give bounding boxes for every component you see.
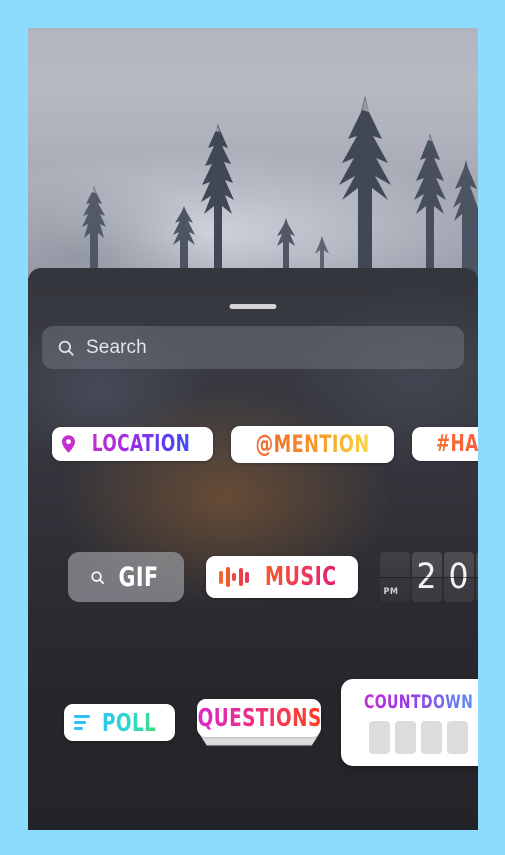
- sticker-row-2: GIF MUSIC PM 2 0: [28, 546, 478, 608]
- sticker-music[interactable]: MUSIC: [206, 556, 358, 598]
- location-pill: LOCATION: [52, 427, 214, 461]
- equalizer-icon: [219, 566, 250, 588]
- mention-label: @MENTION: [255, 430, 370, 458]
- sticker-row-3: POLL QUESTIONS COUNTDOWN: [28, 676, 478, 768]
- phone-screen: Search LOCATION @MENTION #HA GIF MUSIC P…: [28, 28, 478, 830]
- music-label: MUSIC: [264, 562, 337, 592]
- gif-box: GIF: [68, 552, 185, 602]
- countdown-block: [395, 720, 417, 754]
- clock-ampm-tile: PM: [379, 552, 410, 602]
- questions-stack: QUESTIONS: [195, 698, 323, 746]
- pine-trees-graphic: [82, 96, 478, 278]
- gif-label: GIF: [118, 561, 159, 593]
- clock-ampm-label: PM: [383, 587, 399, 597]
- poll-pill: POLL: [64, 703, 176, 741]
- sticker-clock[interactable]: PM 2 0 1: [379, 552, 478, 602]
- search-icon: [58, 340, 74, 356]
- questions-pill: QUESTIONS: [197, 698, 322, 737]
- hashtag-pill: #HASHTAG: [412, 427, 478, 461]
- countdown-blocks: [369, 720, 469, 754]
- poll-bars-icon: [74, 714, 90, 730]
- search-input[interactable]: Search: [42, 326, 464, 369]
- sticker-tray-sheet: Search LOCATION @MENTION #HA GIF MUSIC P…: [28, 268, 478, 830]
- clock-digit-tile: 2: [411, 552, 442, 602]
- countdown-card: COUNTDOWN: [341, 678, 478, 766]
- sticker-questions[interactable]: QUESTIONS: [195, 698, 323, 746]
- search-placeholder-text: Search: [86, 336, 147, 358]
- story-photo-backdrop: [28, 28, 478, 278]
- sticker-countdown[interactable]: COUNTDOWN: [341, 678, 478, 766]
- sticker-poll[interactable]: POLL: [64, 703, 176, 741]
- mention-pill: @MENTION: [231, 425, 395, 463]
- sticker-row-4-partial: [28, 816, 478, 830]
- search-icon: [91, 570, 104, 584]
- questions-label: QUESTIONS: [197, 703, 322, 732]
- flip-clock: PM 2 0 1: [379, 552, 478, 602]
- clock-digit-tile: 0: [443, 552, 474, 602]
- sticker-location[interactable]: LOCATION: [52, 427, 214, 461]
- music-pill: MUSIC: [206, 556, 358, 598]
- countdown-block: [447, 720, 469, 754]
- sticker-gif[interactable]: GIF: [68, 552, 185, 602]
- location-label: LOCATION: [91, 431, 191, 457]
- countdown-block: [369, 720, 391, 754]
- sticker-hashtag[interactable]: #HASHTAG: [412, 427, 478, 461]
- poll-label: POLL: [101, 707, 157, 737]
- countdown-label: COUNTDOWN: [364, 690, 474, 713]
- clock-digit-tile: 1: [475, 552, 478, 602]
- hashtag-label: #HASHTAG: [436, 431, 478, 457]
- location-pin-icon: [62, 435, 75, 453]
- sticker-mention[interactable]: @MENTION: [231, 425, 395, 463]
- countdown-block: [421, 720, 443, 754]
- sheet-drag-handle[interactable]: [229, 304, 277, 309]
- sticker-row-1: LOCATION @MENTION #HASHTAG: [28, 416, 478, 472]
